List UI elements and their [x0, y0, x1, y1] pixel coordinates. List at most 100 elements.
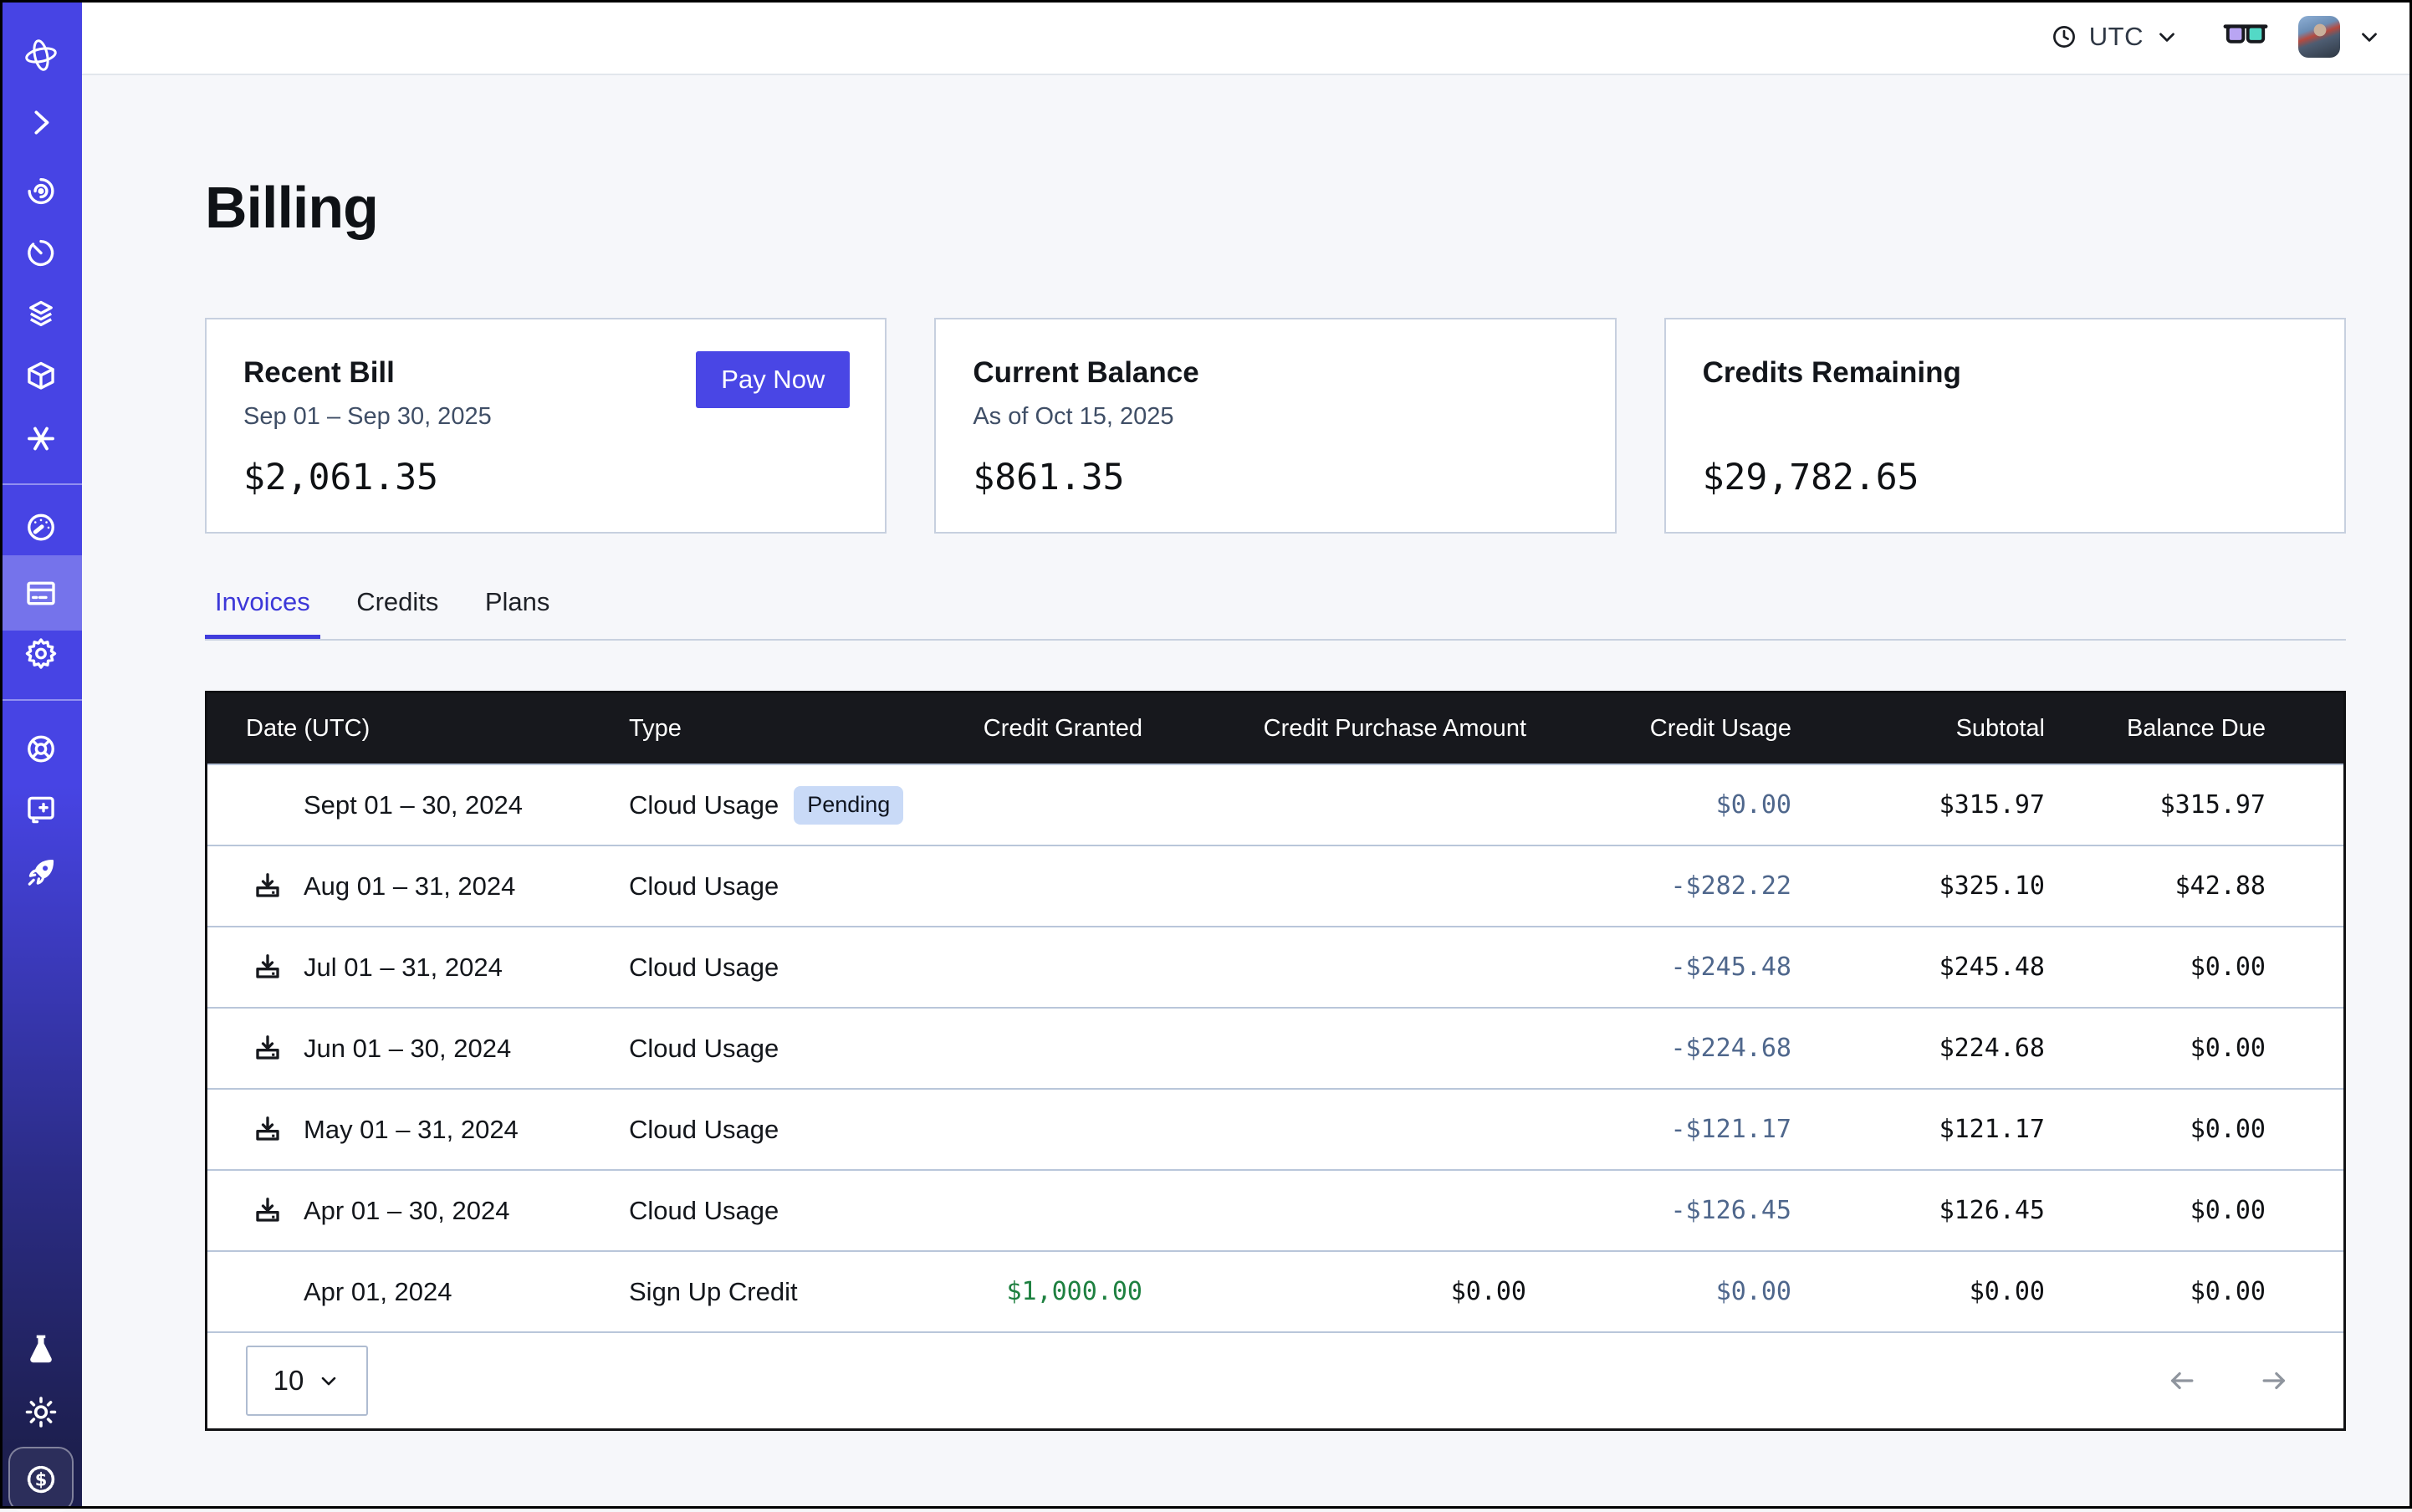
invoice-date: Apr 01 – 30, 2024	[304, 1196, 509, 1226]
user-menu-chevron-down-icon[interactable]	[2357, 24, 2382, 49]
sidebar-item-billing-credit-card-icon[interactable]	[23, 575, 60, 612]
page-size-value: 10	[273, 1365, 304, 1397]
subtotal-value: $224.68	[1791, 1034, 2045, 1063]
sidebar-divider	[0, 483, 82, 485]
sidebar-divider	[0, 699, 82, 701]
table-row: Sept 01 – 30, 2024 Cloud Usage Pending $0…	[207, 764, 2343, 845]
app-logo-orbit-icon[interactable]	[21, 35, 61, 75]
table-row: May 01 – 31, 2024 Cloud Usage -$121.17 $…	[207, 1088, 2343, 1169]
table-header-row: Date (UTC) Type Credit Granted Credit Pu…	[207, 693, 2343, 764]
subtotal-value: $245.48	[1791, 953, 2045, 982]
invoice-date: Jul 01 – 31, 2024	[304, 953, 503, 983]
credits-remaining-card: Credits Remaining $29,782.65	[1664, 318, 2346, 534]
card-subtitle	[1703, 403, 2307, 433]
sidebar-item-docs-book-plus-icon[interactable]	[23, 790, 60, 828]
timezone-selector[interactable]: UTC	[2050, 22, 2179, 52]
invoice-date: Aug 01 – 31, 2024	[304, 871, 515, 902]
card-amount: $861.35	[973, 457, 1577, 498]
billing-tabs: Invoices Credits Plans	[205, 585, 2346, 641]
card-amount: $29,782.65	[1703, 457, 2307, 498]
invoice-type: Cloud Usage	[629, 1115, 779, 1145]
credits-coin-button[interactable]: $	[8, 1447, 74, 1512]
tab-credits[interactable]: Credits	[346, 585, 448, 639]
subtotal-value: $325.10	[1791, 871, 2045, 901]
invoice-type: Cloud Usage	[629, 953, 779, 983]
invoice-type: Cloud Usage	[629, 790, 779, 820]
invoice-date: Jun 01 – 30, 2024	[304, 1034, 511, 1064]
column-header-subtotal: Subtotal	[1791, 715, 2045, 743]
pay-now-button[interactable]: Pay Now	[696, 351, 850, 408]
sidebar-item-usage-gauge-icon[interactable]	[23, 508, 60, 546]
sidebar-item-getting-started-rocket-icon[interactable]	[23, 854, 60, 891]
sidebar-item-support-lifebuoy-icon[interactable]	[23, 730, 60, 768]
table-row: Jun 01 – 30, 2024 Cloud Usage -$224.68 $…	[207, 1007, 2343, 1088]
sidebar-item-labs-flask-icon[interactable]	[23, 1330, 60, 1367]
sidebar-item-namespaces-galaxy-icon[interactable]	[23, 172, 60, 210]
table-footer: 10	[207, 1331, 2343, 1428]
download-slot-empty	[251, 789, 284, 822]
credit-usage-value: -$224.68	[1526, 1034, 1791, 1063]
subtotal-value: $315.97	[1791, 790, 2045, 820]
table-row: Apr 01 – 30, 2024 Cloud Usage -$126.45 $…	[207, 1169, 2343, 1250]
glasses-icon[interactable]	[2223, 20, 2268, 54]
card-title: Current Balance	[973, 356, 1577, 390]
sidebar-item-theme-sun-icon[interactable]	[23, 1393, 60, 1431]
invoice-type: Cloud Usage	[629, 1034, 779, 1064]
chevron-down-icon	[317, 1369, 340, 1392]
pagination-controls	[2166, 1365, 2290, 1397]
credit-usage-value: $0.00	[1526, 1277, 1791, 1306]
tab-invoices[interactable]: Invoices	[205, 585, 320, 639]
balance-due-value: $0.00	[2045, 1115, 2266, 1144]
avatar[interactable]	[2298, 16, 2340, 58]
column-header-balance-due: Balance Due	[2045, 715, 2266, 743]
column-header-credit-usage: Credit Usage	[1526, 715, 1791, 743]
invoice-type: Cloud Usage	[629, 1196, 779, 1226]
download-invoice-icon[interactable]	[251, 951, 284, 984]
clock-icon	[2050, 23, 2078, 51]
dollar-coin-icon: $	[21, 1459, 61, 1499]
balance-due-value: $0.00	[2045, 1034, 2266, 1063]
download-slot-empty	[251, 1275, 284, 1309]
sidebar-item-schedules-timer-icon[interactable]	[23, 234, 60, 272]
balance-due-value: $0.00	[2045, 1277, 2266, 1306]
download-invoice-icon[interactable]	[251, 1194, 284, 1228]
table-row: Aug 01 – 31, 2024 Cloud Usage -$282.22 $…	[207, 845, 2343, 926]
invoices-table: Date (UTC) Type Credit Granted Credit Pu…	[205, 691, 2346, 1431]
balance-due-value: $315.97	[2045, 790, 2266, 820]
tab-plans[interactable]: Plans	[475, 585, 560, 639]
download-invoice-icon[interactable]	[251, 1113, 284, 1147]
current-balance-card: Current Balance As of Oct 15, 2025 $861.…	[934, 318, 1616, 534]
balance-due-value: $0.00	[2045, 1196, 2266, 1225]
invoice-date: Sept 01 – 30, 2024	[304, 790, 523, 820]
credit-purchase-value: $0.00	[1142, 1277, 1526, 1306]
credit-granted-value: $1,000.00	[963, 1277, 1142, 1306]
sidebar-item-stack-layers-icon[interactable]	[23, 295, 60, 333]
page-title: Billing	[205, 174, 2412, 241]
svg-text:$: $	[35, 1470, 48, 1490]
page-size-select[interactable]: 10	[246, 1346, 368, 1416]
card-amount: $2,061.35	[243, 457, 848, 498]
topbar: UTC	[82, 0, 2412, 75]
credit-usage-value: $0.00	[1526, 790, 1791, 820]
balance-due-value: $0.00	[2045, 953, 2266, 982]
download-invoice-icon[interactable]	[251, 1032, 284, 1065]
sidebar: $	[0, 0, 82, 1509]
card-subtitle: As of Oct 15, 2025	[973, 403, 1577, 433]
invoice-type: Sign Up Credit	[629, 1277, 798, 1307]
next-page-arrow-right-icon[interactable]	[2258, 1365, 2290, 1397]
main-content: Billing Recent Bill Sep 01 – Sep 30, 202…	[82, 77, 2412, 1509]
chevron-down-icon	[2154, 24, 2179, 49]
status-badge: Pending	[794, 786, 903, 825]
sidebar-item-deployments-cube-icon[interactable]	[23, 357, 60, 395]
table-row: Apr 01, 2024 Sign Up Credit $1,000.00 $0…	[207, 1250, 2343, 1331]
column-header-credit-granted: Credit Granted	[963, 715, 1142, 743]
sidebar-item-asterisk-icon[interactable]	[23, 420, 60, 457]
sidebar-item-settings-gear-icon[interactable]	[23, 635, 60, 672]
invoice-type: Cloud Usage	[629, 871, 779, 902]
credit-usage-value: -$121.17	[1526, 1115, 1791, 1144]
subtotal-value: $0.00	[1791, 1277, 2045, 1306]
download-invoice-icon[interactable]	[251, 870, 284, 903]
previous-page-arrow-left-icon[interactable]	[2166, 1365, 2198, 1397]
timezone-label: UTC	[2089, 22, 2144, 52]
sidebar-expand-chevron-icon[interactable]	[23, 104, 60, 141]
